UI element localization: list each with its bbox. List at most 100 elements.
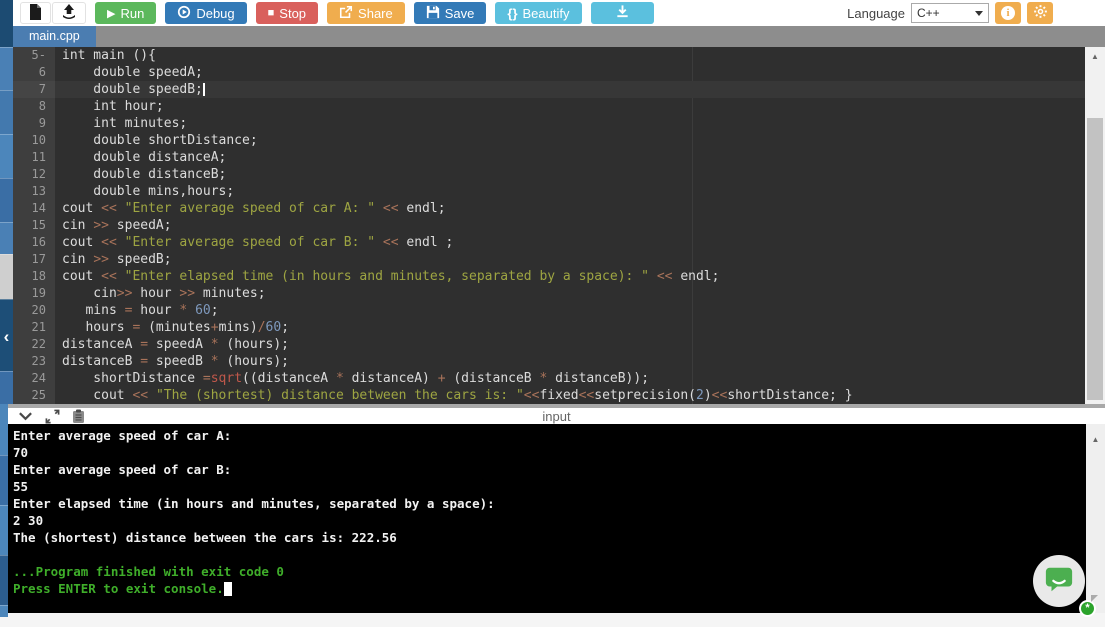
- console-line: 70: [13, 444, 1086, 461]
- language-select[interactable]: C++: [911, 3, 989, 23]
- console-line: The (shortest) distance between the cars…: [13, 529, 1086, 546]
- code-line[interactable]: 13 double mins,hours;: [13, 183, 1085, 200]
- code-text: cout << "Enter average speed of car A: "…: [55, 200, 446, 217]
- code-line[interactable]: 7 double speedB;: [13, 81, 1085, 98]
- code-editor[interactable]: 5-int main (){6 double speedA;7 double s…: [13, 47, 1085, 404]
- code-line[interactable]: 17cin >> speedB;: [13, 251, 1085, 268]
- stop-label: Stop: [279, 6, 306, 21]
- chat-widget-button[interactable]: [1033, 555, 1085, 607]
- code-line[interactable]: 10 double shortDistance;: [13, 132, 1085, 149]
- code-line[interactable]: 11 double distanceA;: [13, 149, 1085, 166]
- code-line[interactable]: 9 int minutes;: [13, 115, 1085, 132]
- chevron-down-icon: [975, 11, 983, 16]
- chat-bubble-icon: [1044, 564, 1074, 599]
- collapse-console-icon[interactable]: [18, 411, 33, 421]
- code-text: cout << "Enter elapsed time (in hours an…: [55, 268, 719, 285]
- code-line[interactable]: 21 hours = (minutes+mins)/60;: [13, 319, 1085, 336]
- code-text: hours = (minutes+mins)/60;: [55, 319, 289, 336]
- info-button[interactable]: i: [995, 2, 1021, 24]
- line-number: 12: [13, 166, 55, 183]
- left-sidebar-collapsed-lower[interactable]: [0, 404, 8, 617]
- line-number: 22: [13, 336, 55, 353]
- sidebar-segment: [0, 455, 8, 505]
- tab-main-cpp[interactable]: main.cpp: [13, 26, 96, 47]
- line-number: 6: [13, 64, 55, 81]
- code-line[interactable]: 20 mins = hour * 60;: [13, 302, 1085, 319]
- code-line[interactable]: 19 cin>> hour >> minutes;: [13, 285, 1085, 302]
- code-line[interactable]: 15cin >> speedA;: [13, 217, 1085, 234]
- debug-button[interactable]: Debug: [165, 2, 246, 24]
- scroll-up-icon[interactable]: ▲: [1086, 424, 1105, 444]
- upload-project-button[interactable]: [52, 2, 86, 24]
- save-label: Save: [445, 6, 475, 21]
- code-text: double distanceA;: [55, 149, 226, 166]
- editor-scrollbar[interactable]: ▲: [1085, 47, 1105, 404]
- info-icon: i: [1001, 6, 1015, 20]
- editor-scrollbar-thumb[interactable]: [1087, 118, 1103, 400]
- line-number: 21: [13, 319, 55, 336]
- save-button[interactable]: Save: [414, 2, 487, 24]
- code-line[interactable]: 12 double distanceB;: [13, 166, 1085, 183]
- beautify-label: Beautify: [523, 6, 570, 21]
- line-number: 24: [13, 370, 55, 387]
- toolbar: ▶ Run Debug ■ Stop Share Save {}: [13, 0, 1105, 26]
- save-icon: [426, 5, 440, 22]
- beautify-button[interactable]: {} Beautify: [495, 2, 581, 24]
- notification-badge[interactable]: *: [1079, 600, 1096, 617]
- settings-button[interactable]: [1027, 2, 1053, 24]
- console-scrollbar[interactable]: ▲: [1086, 424, 1105, 613]
- scroll-up-icon[interactable]: ▲: [1085, 47, 1105, 61]
- toolbar-right: Language C++ i: [847, 2, 1105, 24]
- run-button[interactable]: ▶ Run: [95, 2, 156, 24]
- console-line: Enter average speed of car A:: [13, 427, 1086, 444]
- expand-console-icon[interactable]: [45, 409, 60, 424]
- console-line: Enter average speed of car B:: [13, 461, 1086, 478]
- onlinegdb-ide: ‹ ▶ Run Debug: [0, 0, 1105, 627]
- line-number: 17: [13, 251, 55, 268]
- console-line: [13, 546, 1086, 563]
- sidebar-segment: ‹: [0, 299, 13, 371]
- code-line[interactable]: 23distanceB = speedB * (hours);: [13, 353, 1085, 370]
- new-file-button[interactable]: [20, 2, 51, 24]
- code-text: cin>> hour >> minutes;: [55, 285, 266, 302]
- code-line[interactable]: 16cout << "Enter average speed of car B:…: [13, 234, 1085, 251]
- code-line[interactable]: 14cout << "Enter average speed of car A:…: [13, 200, 1085, 217]
- share-label: Share: [358, 6, 393, 21]
- left-sidebar-collapsed[interactable]: ‹: [0, 0, 13, 404]
- play-icon: ▶: [107, 7, 115, 20]
- stop-icon: ■: [268, 7, 275, 19]
- code-line[interactable]: 6 double speedA;: [13, 64, 1085, 81]
- line-number: 15: [13, 217, 55, 234]
- code-line[interactable]: 25 cout << "The (shortest) distance betw…: [13, 387, 1085, 404]
- console-line: Press ENTER to exit console.: [13, 580, 1086, 597]
- code-text: int hour;: [55, 98, 164, 115]
- code-line[interactable]: 8 int hour;: [13, 98, 1085, 115]
- code-text: cout << "Enter average speed of car B: "…: [55, 234, 453, 251]
- code-text: double distanceB;: [55, 166, 226, 183]
- sidebar-segment: [0, 254, 13, 299]
- console-output[interactable]: Enter average speed of car A:70Enter ave…: [8, 424, 1086, 613]
- braces-icon: {}: [507, 6, 517, 21]
- share-button[interactable]: Share: [327, 2, 405, 24]
- code-line[interactable]: 5-int main (){: [13, 47, 1085, 64]
- code-line[interactable]: 22distanceA = speedA * (hours);: [13, 336, 1085, 353]
- code-line[interactable]: 24 shortDistance =sqrt((distanceA * dist…: [13, 370, 1085, 387]
- console-line: 2 30: [13, 512, 1086, 529]
- code-line[interactable]: 18cout << "Enter elapsed time (in hours …: [13, 268, 1085, 285]
- sidebar-segment: [0, 0, 13, 47]
- debug-icon: [177, 5, 191, 22]
- sidebar-segment: [0, 371, 13, 404]
- tab-bar: main.cpp: [13, 26, 1105, 47]
- sidebar-segment: [0, 404, 8, 455]
- resize-handle-icon[interactable]: [1091, 595, 1098, 602]
- code-text: double mins,hours;: [55, 183, 234, 200]
- stop-button[interactable]: ■ Stop: [256, 2, 318, 24]
- copy-output-icon[interactable]: [72, 409, 85, 424]
- line-number: 13: [13, 183, 55, 200]
- collapse-sidebar-icon[interactable]: ‹: [0, 330, 13, 344]
- line-number: 14: [13, 200, 55, 217]
- input-section-label[interactable]: input: [8, 409, 1105, 424]
- code-text: int minutes;: [55, 115, 187, 132]
- upload-icon: [61, 4, 77, 22]
- download-button[interactable]: [591, 2, 654, 24]
